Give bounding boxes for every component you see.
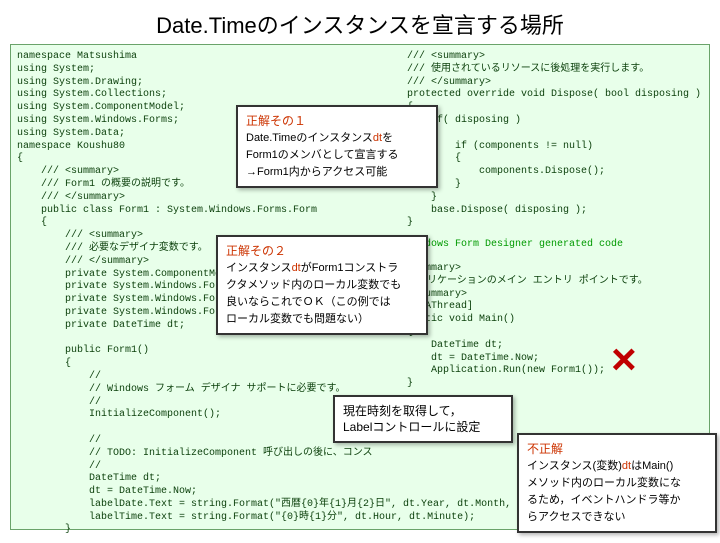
code-block-right-top: /// <summary> /// 使用されているリソースに後処理を実行します。…	[401, 45, 720, 236]
callout-correct-2: 正解その２ インスタンスdtがForm1コンストラ クタメソッド内のローカル変数…	[216, 235, 428, 335]
callout-incorrect: 不正解 インスタンス(変数)dtはMain() メソッド内のローカル変数にな る…	[517, 433, 717, 533]
incorrect-x-icon: ×	[611, 335, 637, 385]
callout1-head: 正解その１	[246, 114, 306, 128]
code-block-main: <summary> アプリケーションのメイン エントリ ポイントです。 </su…	[401, 257, 720, 397]
callout-correct-1: 正解その１ Date.Timeのインスタンスdtを Form1のメンバとして宣言…	[236, 105, 438, 188]
callout2-head: 正解その２	[226, 244, 286, 258]
slide-panel: namespace Matsushima using System; using…	[10, 44, 710, 530]
page-title: Date.Timeのインスタンスを宣言する場所	[0, 0, 720, 44]
designer-region-hint: Windows Form Designer generated code	[401, 233, 720, 258]
callout-note-label: 現在時刻を取得して， Labelコントロールに設定	[333, 395, 513, 443]
callout4-head: 不正解	[527, 442, 563, 456]
